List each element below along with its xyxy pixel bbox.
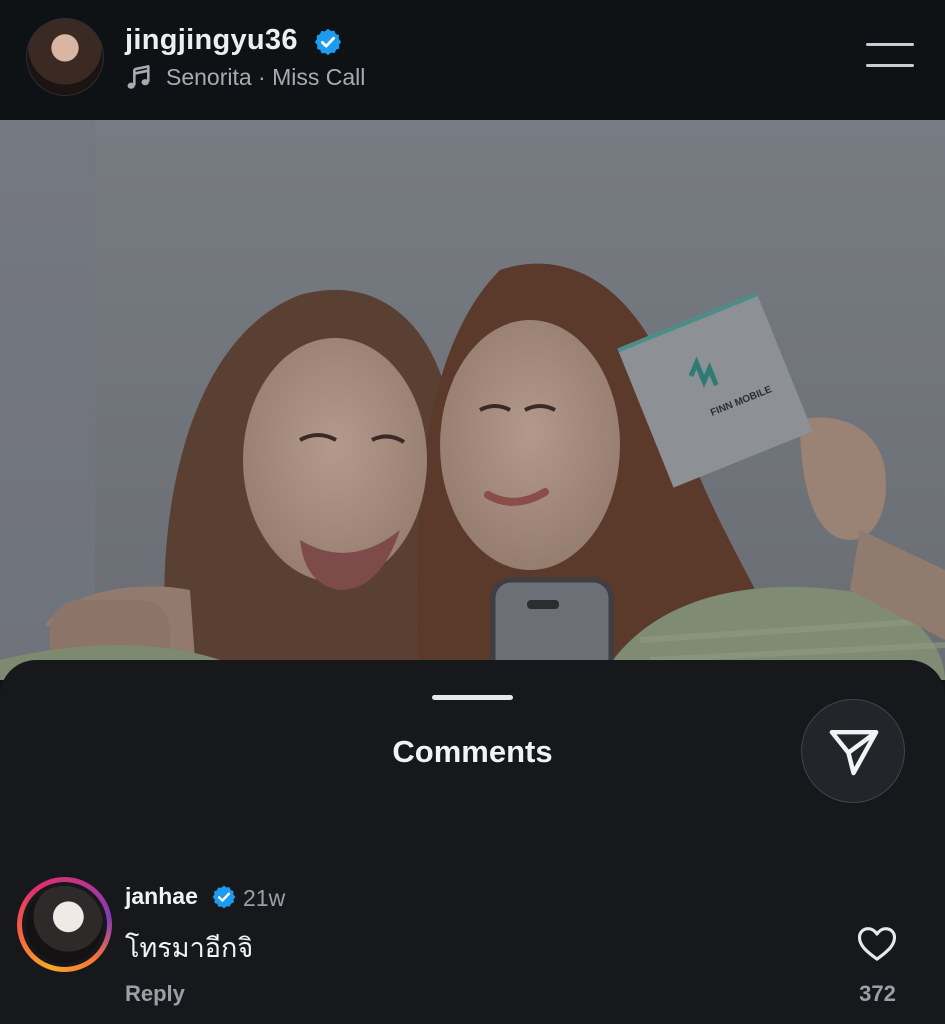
post-image: FINN MOBILE bbox=[0, 120, 945, 680]
music-note-icon bbox=[127, 65, 150, 89]
comment-avatar-story-ring[interactable] bbox=[17, 877, 112, 972]
menu-icon-line bbox=[866, 64, 914, 67]
menu-button[interactable] bbox=[866, 40, 916, 72]
audio-track-link[interactable]: Senorita · Miss Call bbox=[166, 64, 365, 91]
comment-text: โทรมาอีกจิ bbox=[125, 933, 254, 963]
verified-icon bbox=[212, 885, 236, 909]
comment-avatar-frame bbox=[22, 882, 107, 967]
comments-sheet: Comments bbox=[0, 660, 945, 1024]
comment-avatar bbox=[26, 886, 103, 963]
share-button[interactable] bbox=[801, 699, 905, 803]
reply-button[interactable]: Reply bbox=[125, 981, 185, 1007]
verified-icon bbox=[314, 28, 342, 56]
menu-icon bbox=[866, 43, 914, 46]
author-avatar[interactable] bbox=[26, 18, 104, 96]
drag-handle[interactable] bbox=[432, 695, 513, 700]
comment-timestamp: 21w bbox=[243, 885, 286, 911]
post-header: jingjingyu36 Senorita · Miss Call bbox=[0, 0, 945, 120]
comment-username[interactable]: janhae bbox=[125, 883, 198, 910]
heart-icon[interactable] bbox=[856, 923, 898, 963]
post-photo[interactable]: FINN MOBILE bbox=[0, 120, 945, 680]
send-icon bbox=[829, 729, 879, 776]
author-username[interactable]: jingjingyu36 bbox=[125, 24, 298, 57]
like-count: 372 bbox=[859, 981, 896, 1006]
